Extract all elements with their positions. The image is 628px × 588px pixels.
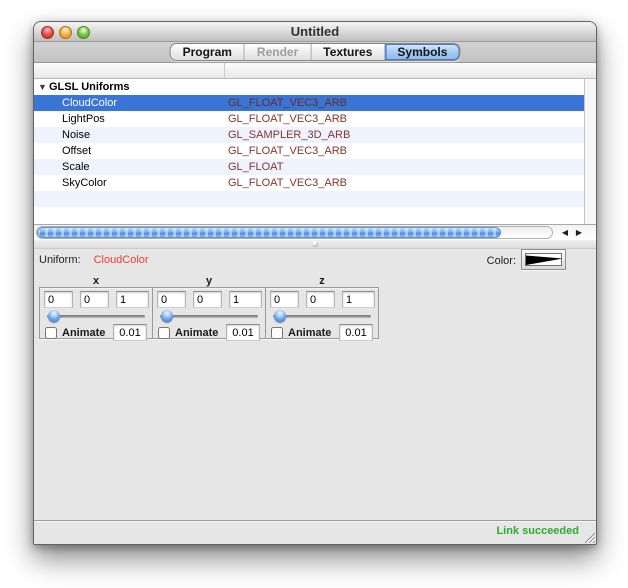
slider-thumb[interactable] — [274, 310, 286, 322]
slider-track[interactable] — [47, 315, 145, 318]
tab-toolbar: Program Render Textures Symbols — [34, 42, 596, 63]
max-field[interactable] — [342, 291, 375, 308]
value-field[interactable] — [193, 291, 222, 308]
component-box: Animate — [152, 287, 266, 339]
min-field[interactable] — [270, 291, 299, 308]
slider-thumb[interactable] — [161, 310, 173, 322]
window-title: Untitled — [34, 22, 596, 42]
value-slider[interactable] — [160, 310, 258, 322]
component-box: Animate — [39, 287, 153, 339]
disclosure-triangle-icon[interactable]: ▼ — [38, 79, 47, 95]
vertical-scrollbar[interactable] — [584, 79, 596, 224]
animate-checkbox[interactable] — [45, 327, 57, 339]
animate-label: Animate — [288, 327, 331, 339]
slider-track[interactable] — [160, 315, 258, 318]
component-box: Animate — [265, 287, 379, 339]
tab-bar: Program Render Textures Symbols — [170, 43, 461, 61]
color-swatch — [525, 253, 562, 266]
step-field[interactable] — [226, 324, 260, 341]
table-row[interactable]: SkyColor GL_FLOAT_VEC3_ARB — [34, 175, 584, 191]
group-row-glsl-uniforms[interactable]: ▼ GLSL Uniforms — [34, 79, 584, 95]
value-field[interactable] — [306, 291, 335, 308]
step-field[interactable] — [339, 324, 373, 341]
max-field[interactable] — [229, 291, 262, 308]
table-row[interactable]: LightPos GL_FLOAT_VEC3_ARB — [34, 111, 584, 127]
slider-track[interactable] — [273, 315, 371, 318]
uniform-type: GL_FLOAT_VEC3_ARB — [228, 143, 347, 159]
axis-label: x — [39, 275, 153, 287]
uniforms-list: ▼ GLSL Uniforms CloudColor GL_FLOAT_VEC3… — [34, 79, 596, 224]
animate-label: Animate — [175, 327, 218, 339]
tab-program[interactable]: Program — [171, 44, 244, 60]
inspector-pane: Uniform: CloudColor Color: x — [34, 249, 596, 519]
pane-splitter[interactable] — [34, 240, 596, 249]
uniform-type: GL_FLOAT_VEC3_ARB — [228, 95, 347, 111]
min-field[interactable] — [44, 291, 73, 308]
max-field[interactable] — [116, 291, 149, 308]
color-well[interactable] — [521, 249, 566, 270]
component-groups: x Animate — [39, 275, 379, 339]
uniform-name: LightPos — [62, 111, 105, 127]
status-bar: Link succeeded — [34, 520, 596, 544]
scroll-left-icon[interactable]: ◀ — [558, 226, 572, 239]
uniform-name: SkyColor — [62, 175, 107, 191]
table-row[interactable]: Scale GL_FLOAT — [34, 159, 584, 175]
component-z: z Animate — [265, 275, 379, 339]
axis-label: y — [152, 275, 266, 287]
component-x: x Animate — [39, 275, 153, 339]
table-row[interactable]: CloudColor GL_FLOAT_VEC3_ARB — [34, 95, 584, 111]
empty-row — [34, 191, 584, 207]
table-row[interactable]: Offset GL_FLOAT_VEC3_ARB — [34, 143, 584, 159]
animate-label: Animate — [62, 327, 105, 339]
axis-label: z — [265, 275, 379, 287]
uniform-name: CloudColor — [62, 95, 117, 111]
app-window: Untitled Program Render Textures Symbols… — [33, 21, 597, 545]
horizontal-scrollbar[interactable]: ◀ ▶ — [34, 224, 596, 240]
table-header[interactable] — [34, 63, 596, 79]
scroll-right-icon[interactable]: ▶ — [572, 226, 586, 239]
tab-symbols[interactable]: Symbols — [384, 44, 459, 60]
color-label: Color: — [487, 255, 516, 267]
tab-render: Render — [244, 44, 310, 60]
title-bar[interactable]: Untitled — [34, 22, 596, 42]
slider-thumb[interactable] — [48, 310, 60, 322]
uniform-type: GL_FLOAT_VEC3_ARB — [228, 111, 347, 127]
animate-checkbox[interactable] — [271, 327, 283, 339]
uniform-name: Noise — [62, 127, 90, 143]
link-status: Link succeeded — [496, 525, 579, 537]
color-wedge-icon — [526, 254, 562, 266]
table-row[interactable]: Noise GL_SAMPLER_3D_ARB — [34, 127, 584, 143]
value-slider[interactable] — [273, 310, 371, 322]
scrollbar-track[interactable] — [36, 226, 553, 239]
animate-checkbox[interactable] — [158, 327, 170, 339]
resize-grip[interactable] — [582, 530, 595, 543]
tab-textures[interactable]: Textures — [310, 44, 384, 60]
uniform-type: GL_SAMPLER_3D_ARB — [228, 127, 350, 143]
uniform-label: Uniform: — [39, 254, 81, 266]
uniform-line: Uniform: CloudColor — [39, 254, 149, 266]
splitter-dimple-icon — [312, 241, 318, 247]
scrollbar-thumb[interactable] — [37, 227, 501, 238]
step-field[interactable] — [113, 324, 147, 341]
value-slider[interactable] — [47, 310, 145, 322]
column-divider[interactable] — [224, 63, 225, 78]
uniform-name: Scale — [62, 159, 90, 175]
group-label: GLSL Uniforms — [49, 79, 129, 95]
component-y: y Animate — [152, 275, 266, 339]
scrollbar-arrows: ◀ ▶ — [558, 226, 586, 239]
uniform-type: GL_FLOAT — [228, 159, 283, 175]
min-field[interactable] — [157, 291, 186, 308]
uniform-type: GL_FLOAT_VEC3_ARB — [228, 175, 347, 191]
uniform-name: Offset — [62, 143, 91, 159]
selected-uniform-name: CloudColor — [94, 254, 149, 266]
value-field[interactable] — [80, 291, 109, 308]
